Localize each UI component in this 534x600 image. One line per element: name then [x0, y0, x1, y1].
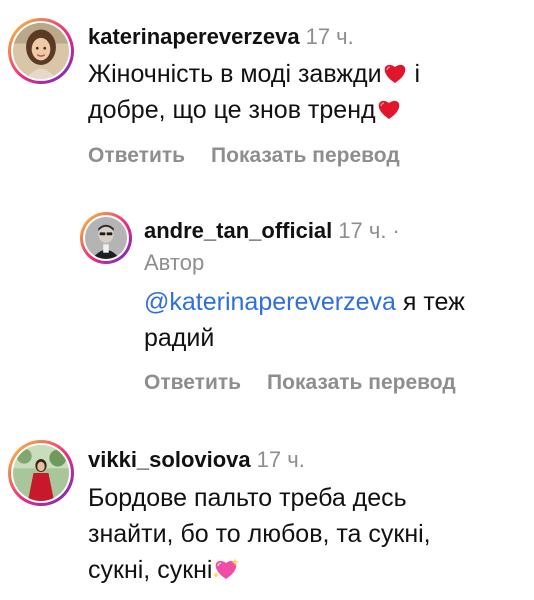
comment-text-line: добре, що це знов тренд — [88, 96, 376, 124]
comment-text-line: радий — [144, 324, 215, 352]
comment-text-line: Бордове пальто треба десь — [88, 484, 407, 512]
comment-text-line: Жіночність в моді завжди — [88, 60, 382, 88]
avatar-photo-woman-red-dress — [13, 445, 69, 501]
timestamp: 17 ч. — [305, 24, 354, 49]
red-heart-emoji — [376, 97, 402, 121]
author-badge: Автор — [144, 250, 205, 275]
comment-header: vikki_soloviova 17 ч. — [88, 447, 305, 473]
mention-link[interactable]: @katerinapereverzeva — [144, 288, 396, 316]
avatar[interactable] — [80, 212, 132, 264]
show-translation-button[interactable]: Показать перевод — [211, 144, 400, 167]
timestamp: 17 ч. — [256, 447, 305, 472]
show-translation-button[interactable]: Показать перевод — [267, 371, 456, 394]
comment-text: @katerinapereverzeva я теж радий — [144, 284, 528, 356]
comment-text-line: сукні, сукні — [88, 556, 213, 584]
username[interactable]: vikki_soloviova — [88, 447, 251, 472]
reply-button[interactable]: Ответить — [88, 144, 185, 167]
avatar-photo-woman — [13, 23, 69, 79]
username[interactable]: katerinapereverzeva — [88, 24, 300, 49]
avatar[interactable] — [8, 440, 74, 506]
comment-text: Жіночність в моді завжди і добре, що це … — [88, 56, 528, 128]
username[interactable]: andre_tan_official — [144, 218, 332, 243]
comment-actions: Ответить Показать перевод — [144, 370, 456, 396]
red-heart-emoji — [382, 61, 408, 85]
comment-header: andre_tan_official 17 ч. · — [144, 218, 400, 244]
separator-dot: · — [392, 218, 400, 243]
comment-actions: Ответить Показать перевод — [88, 143, 400, 169]
avatar-photo-man — [85, 217, 127, 259]
comment-header: katerinapereverzeva 17 ч. — [88, 24, 354, 50]
avatar[interactable] — [8, 18, 74, 84]
comment-text-tail: я теж — [395, 288, 465, 316]
comment-text: Бордове пальто треба десь знайти, бо то … — [88, 480, 528, 588]
reply-button[interactable]: Ответить — [144, 371, 241, 394]
comment-text-line: знайти, бо то любов, та сукні, — [88, 520, 431, 548]
comment-text-tail: і — [407, 60, 421, 88]
sparkling-heart-emoji — [212, 557, 239, 581]
timestamp: 17 ч. — [338, 218, 387, 243]
